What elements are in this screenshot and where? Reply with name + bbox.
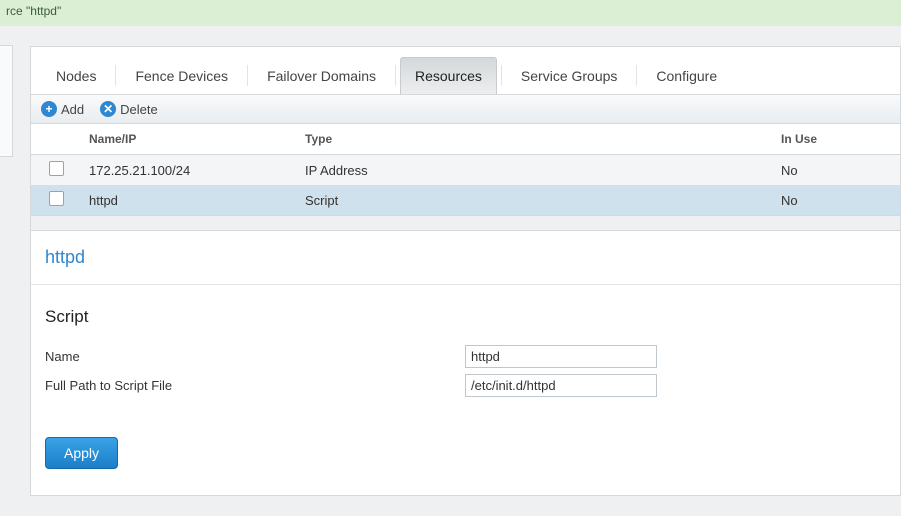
tab-label: Resources [415,68,482,84]
detail-section-heading: Script [45,307,886,327]
form-row-script-path: Full Path to Script File [45,374,886,397]
table-row[interactable]: httpd Script No [31,185,900,215]
main-panel: Nodes Fence Devices Failover Domains Res… [30,46,901,496]
header-inuse[interactable]: In Use [773,124,900,155]
tab-label: Service Groups [521,68,617,84]
tab-configure[interactable]: Configure [641,57,732,94]
detail-title: httpd [45,247,85,267]
add-button[interactable]: + Add [41,101,84,117]
add-label: Add [61,102,84,117]
name-input[interactable] [465,345,657,368]
table-row[interactable]: 172.25.21.100/24 IP Address No [31,155,900,186]
tab-nodes[interactable]: Nodes [41,57,111,94]
resources-table: Name/IP Type In Use 172.25.21.100/24 IP … [31,124,900,215]
tab-separator [395,65,396,86]
row-checkbox[interactable] [49,161,64,176]
toolbar: + Add ✕ Delete [31,95,900,124]
cell-inuse: No [773,185,900,215]
table-header-row: Name/IP Type In Use [31,124,900,155]
tab-separator [636,65,637,86]
tab-service-groups[interactable]: Service Groups [506,57,632,94]
notification-text: rce "httpd" [6,4,61,18]
delete-label: Delete [120,102,158,117]
script-path-input[interactable] [465,374,657,397]
sidebar-sliver [0,45,13,157]
cell-name: 172.25.21.100/24 [81,155,297,186]
notification-banner: rce "httpd" [0,0,901,26]
tab-separator [501,65,502,86]
cell-name: httpd [81,185,297,215]
detail-body: Script Name Full Path to Script File App… [31,285,900,495]
tab-resources[interactable]: Resources [400,57,497,94]
tab-label: Configure [656,68,717,84]
x-icon: ✕ [100,101,116,117]
tab-separator [247,65,248,86]
tab-strip: Nodes Fence Devices Failover Domains Res… [31,47,900,95]
header-name[interactable]: Name/IP [81,124,297,155]
header-type[interactable]: Type [297,124,773,155]
tab-separator [115,65,116,86]
detail-header: httpd [31,231,900,285]
plus-icon: + [41,101,57,117]
delete-button[interactable]: ✕ Delete [100,101,158,117]
apply-button[interactable]: Apply [45,437,118,469]
name-label: Name [45,349,465,364]
tab-label: Fence Devices [135,68,228,84]
header-checkbox [31,124,81,155]
tab-fence-devices[interactable]: Fence Devices [120,57,243,94]
script-path-label: Full Path to Script File [45,378,465,393]
tab-label: Nodes [56,68,96,84]
tab-label: Failover Domains [267,68,376,84]
cell-inuse: No [773,155,900,186]
panel-gap [31,215,900,231]
cell-type: Script [297,185,773,215]
cell-type: IP Address [297,155,773,186]
main-stage: Nodes Fence Devices Failover Domains Res… [0,26,901,516]
form-row-name: Name [45,345,886,368]
tab-failover-domains[interactable]: Failover Domains [252,57,391,94]
row-checkbox[interactable] [49,191,64,206]
